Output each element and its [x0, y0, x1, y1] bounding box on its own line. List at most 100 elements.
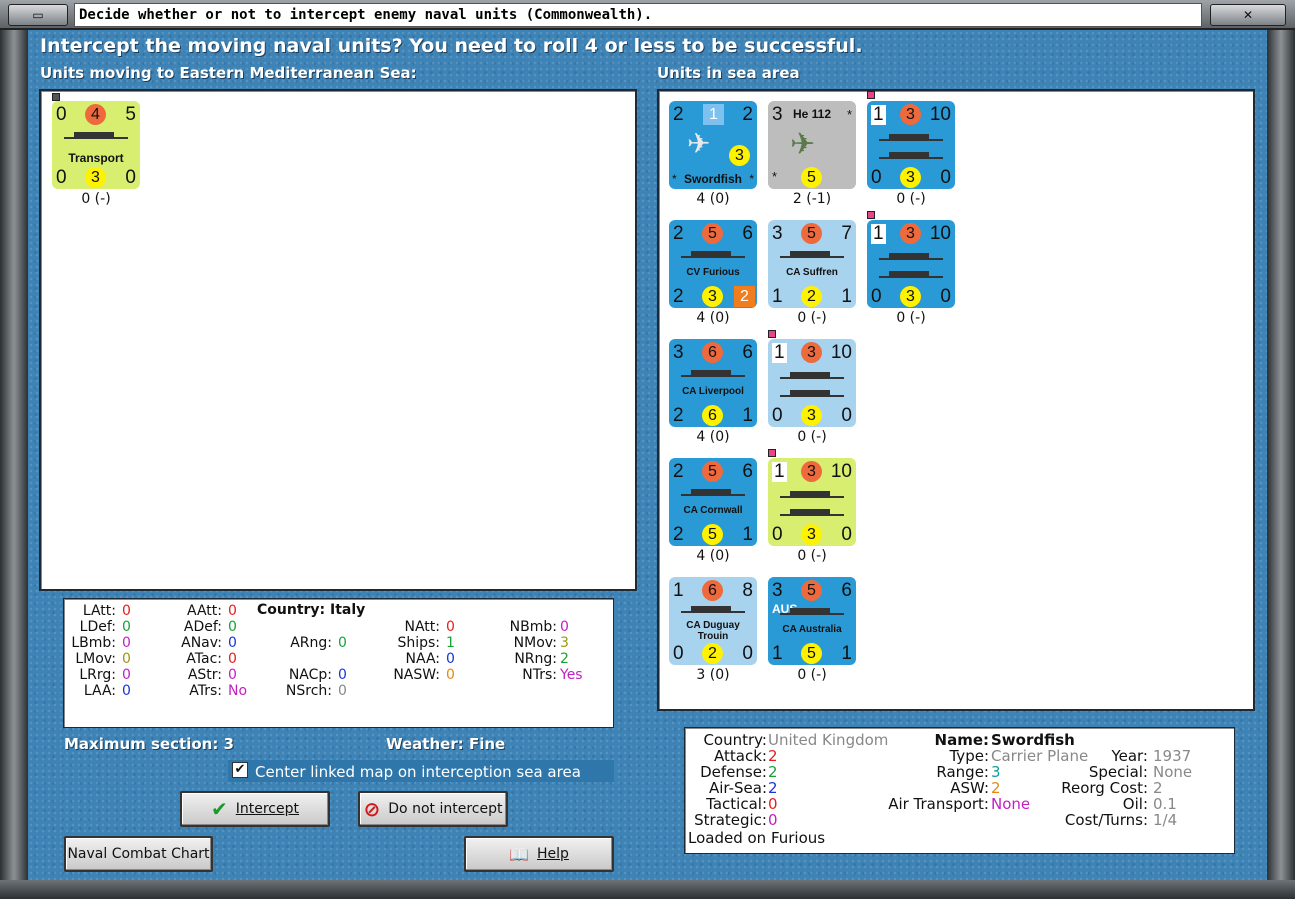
- counter-circle-value: 3: [801, 342, 822, 363]
- frame-left: [0, 30, 28, 882]
- unit-counter-ca-australia[interactable]: 3 5 6 AUS CA Australia 1 5 1: [768, 577, 856, 665]
- counter-circle-value: 5: [801, 643, 822, 664]
- counter-value: 1: [871, 104, 886, 125]
- sea-units-label: Units in sea area: [657, 64, 800, 82]
- counter-value: 1: [841, 643, 852, 664]
- checkmark-icon: ✔: [210, 797, 228, 821]
- counter-value: 5: [125, 104, 136, 125]
- stat-value: 0: [228, 603, 237, 619]
- ship-silhouette-icon: [681, 482, 745, 496]
- stat-value: 0: [446, 619, 455, 635]
- unit-counter-transport[interactable]: 0 4 5 Transport 0 3 0: [52, 101, 140, 189]
- counter-value: 0: [56, 167, 67, 188]
- counter-name: CV Furious: [686, 267, 740, 278]
- counter-value: 6: [841, 580, 852, 601]
- counter-caption: 0 (-): [896, 191, 926, 207]
- naval-combat-chart-button[interactable]: Naval Combat Chart: [64, 836, 213, 872]
- center-map-checkbox[interactable]: ✔: [232, 762, 248, 778]
- counter-value: 10: [929, 104, 951, 125]
- weather-value: Fine: [468, 735, 506, 753]
- info-key: Air Transport:: [888, 795, 989, 813]
- window-title: Decide whether or not to intercept enemy…: [74, 3, 1202, 27]
- unit-counter-ca-cornwall[interactable]: 2 5 6 CA Cornwall 2 5 1: [669, 458, 757, 546]
- stat-value: 0: [122, 635, 131, 651]
- stat-value: 0: [122, 683, 131, 699]
- counter-value: 0: [940, 167, 951, 188]
- ship-silhouette-icon: [780, 244, 844, 258]
- counter-caption: 2 (-1): [792, 191, 832, 207]
- counter-circle-value: 2: [801, 286, 822, 307]
- help-button[interactable]: 📖 Help: [464, 836, 614, 872]
- ship-silhouette-icon: [780, 383, 844, 397]
- stat-key: AAtt:: [187, 603, 222, 619]
- counter-caption: 4 (0): [696, 191, 730, 207]
- stat-value: No: [228, 683, 248, 699]
- stat-key: LAtt:: [82, 603, 116, 619]
- stat-value: 0: [228, 635, 237, 651]
- stat-key: LMov:: [75, 651, 116, 667]
- stat-key: ADef:: [183, 619, 222, 635]
- info-key: Strategic:: [694, 811, 767, 829]
- unit-counter-he112[interactable]: 3 He 112 * ✈ * 5: [768, 101, 856, 189]
- stat-key: NAA:: [405, 651, 441, 667]
- counter-square-value: 1: [703, 104, 724, 125]
- counter-value: 0: [841, 405, 852, 426]
- counter-value: 1: [742, 405, 753, 426]
- counter-circle-value: 5: [801, 223, 822, 244]
- counter-circle-value: 3: [801, 405, 822, 426]
- info-value: Carrier Plane: [991, 747, 1089, 765]
- stack-stats-panel: Country: Italy LAtt: 0 LDef: 0 LBmb: 0 LMov…: [63, 598, 614, 728]
- stat-value: 0: [338, 683, 347, 699]
- counter-value: 1: [772, 342, 787, 363]
- counter-value: 0: [841, 524, 852, 545]
- stat-key: NRng:: [514, 651, 557, 667]
- counter-circle-value: 5: [702, 223, 723, 244]
- ship-silhouette-icon: [879, 246, 943, 260]
- ship-silhouette-icon: [780, 484, 844, 498]
- info-value: None: [991, 795, 1031, 813]
- counter-square-value: 2: [734, 286, 755, 307]
- counter-star: *: [846, 107, 852, 122]
- intercept-button[interactable]: ✔ Intercept: [180, 791, 330, 827]
- counter-name: CA Duguay: [686, 620, 740, 631]
- ship-silhouette-icon: [681, 599, 745, 613]
- stack-marker: [52, 93, 60, 101]
- ship-silhouette-icon: [879, 264, 943, 278]
- center-map-label: Center linked map on interception sea ar…: [255, 763, 581, 781]
- unit-counter-ca-duguay-trouin[interactable]: 1 6 8 CA Duguay Trouin 0 2 0: [669, 577, 757, 665]
- stat-value: 2: [560, 651, 569, 667]
- counter-value: 1: [772, 643, 783, 664]
- counter-value: 8: [742, 580, 753, 601]
- minimize-button[interactable]: ▭: [8, 4, 68, 26]
- close-button[interactable]: ✕: [1210, 4, 1286, 26]
- unit-counter-transport-d[interactable]: 1 3 10 0 3 0: [768, 458, 856, 546]
- unit-counter-ca-suffren[interactable]: 3 5 7 CA Suffren 1 2 1: [768, 220, 856, 308]
- unit-counter-ca-liverpool[interactable]: 3 6 6 CA Liverpool 2 6 1: [669, 339, 757, 427]
- do-not-intercept-label: Do not intercept: [388, 801, 503, 817]
- moving-units-panel[interactable]: 0 4 5 Transport 0 3 0 0 (-): [39, 89, 637, 591]
- counter-circle-value: 3: [702, 286, 723, 307]
- counter-value: 0: [673, 643, 684, 664]
- stat-value: 0: [228, 651, 237, 667]
- counter-value: 2: [673, 223, 684, 244]
- help-label: Help: [537, 846, 569, 862]
- sea-units-panel[interactable]: 2 1 2 ✈ 3 * Swordfish * 4 (0) 3 He 112 *…: [657, 89, 1255, 711]
- stat-value: 0: [122, 603, 131, 619]
- stat-key: NMov:: [513, 635, 557, 651]
- unit-counter-swordfish[interactable]: 2 1 2 ✈ 3 * Swordfish *: [669, 101, 757, 189]
- counter-name: CA Suffren: [786, 267, 838, 278]
- unit-counter-transport-a[interactable]: 1 3 10 0 3 0: [867, 101, 955, 189]
- do-not-intercept-button[interactable]: ⊘ Do not intercept: [358, 791, 508, 827]
- stat-key: LBmb:: [71, 635, 116, 651]
- counter-value: 0: [125, 167, 136, 188]
- unit-counter-cv-furious[interactable]: 2 5 6 CV Furious 2 3 2: [669, 220, 757, 308]
- counter-star: *: [772, 169, 778, 184]
- unit-counter-transport-c[interactable]: 1 3 10 0 3 0: [768, 339, 856, 427]
- stat-value: 0: [560, 619, 569, 635]
- counter-circle-value: 5: [702, 524, 723, 545]
- ship-silhouette-icon: [780, 502, 844, 516]
- counter-name: Swordfish: [683, 172, 742, 186]
- stat-value: 0: [228, 667, 237, 683]
- unit-counter-transport-b[interactable]: 1 3 10 0 3 0: [867, 220, 955, 308]
- counter-value: 7: [841, 223, 852, 244]
